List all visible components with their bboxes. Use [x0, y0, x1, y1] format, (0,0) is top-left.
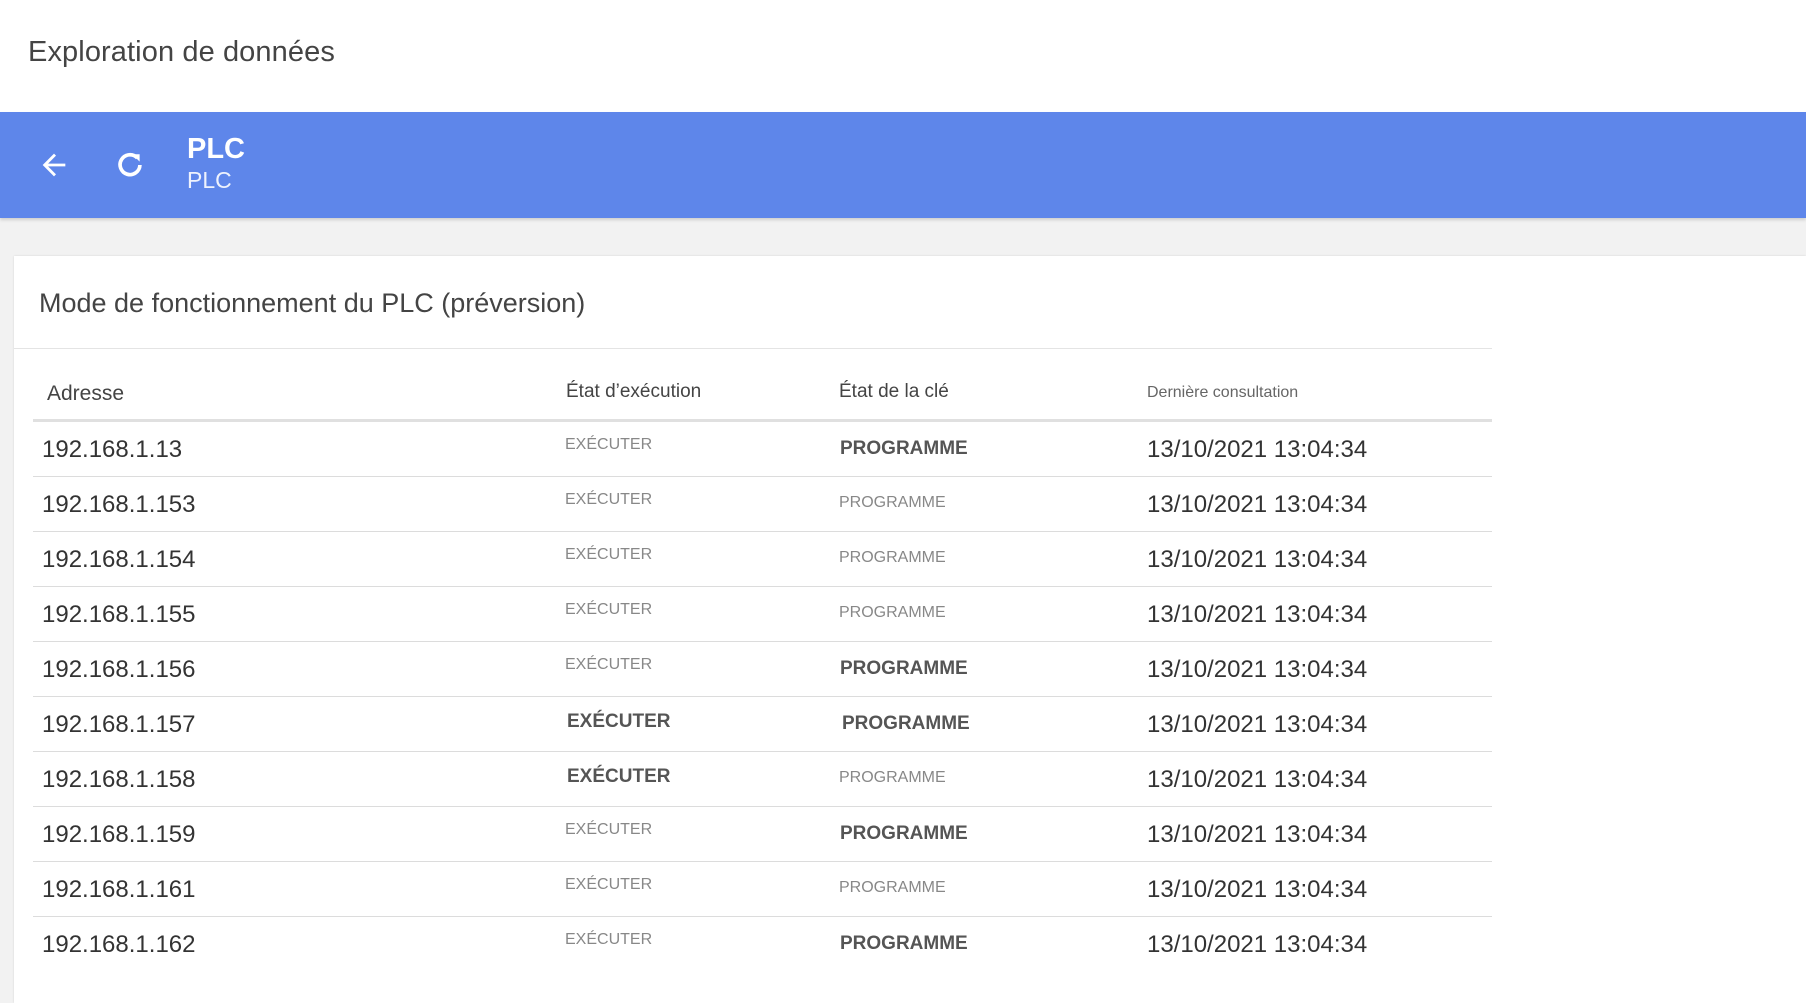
run-state-cell: EXÉCUTER — [565, 546, 653, 563]
table-header: Adresse État d’exécution État de la clé … — [33, 349, 1492, 422]
table-row[interactable]: 192.168.1.157 EXÉCUTER PROGRAMME 13/10/2… — [33, 697, 1492, 752]
table-row[interactable]: 192.168.1.13 EXÉCUTER PROGRAMME 13/10/20… — [33, 422, 1492, 477]
run-state-cell: EXÉCUTER — [565, 876, 653, 893]
address-cell: 192.168.1.154 — [42, 546, 196, 573]
address-cell: 192.168.1.158 — [42, 766, 196, 793]
key-state-cell: PROGRAMME — [839, 879, 946, 896]
last-seen-cell: 13/10/2021 13:04:34 — [1147, 656, 1368, 683]
run-state-cell: EXÉCUTER — [565, 436, 653, 453]
run-state-cell: EXÉCUTER — [565, 656, 653, 673]
last-seen-cell: 13/10/2021 13:04:34 — [1147, 546, 1368, 573]
plc-table: Adresse État d’exécution État de la clé … — [33, 349, 1492, 971]
table-row[interactable]: 192.168.1.162 EXÉCUTER PROGRAMME 13/10/2… — [33, 917, 1492, 971]
key-state-cell: PROGRAMME — [840, 823, 968, 844]
last-seen-cell: 13/10/2021 13:04:34 — [1147, 931, 1368, 958]
app-top-bar: Exploration de données — [0, 0, 1806, 112]
last-seen-cell: 13/10/2021 13:04:34 — [1147, 436, 1368, 463]
address-cell: 192.168.1.155 — [42, 601, 196, 628]
last-seen-cell: 13/10/2021 13:04:34 — [1147, 766, 1368, 793]
address-cell: 192.168.1.157 — [42, 711, 196, 738]
column-header-key-state[interactable]: État de la clé — [839, 381, 949, 403]
key-state-cell: PROGRAMME — [839, 549, 946, 566]
arrow-left-icon — [42, 153, 66, 177]
header-title-block: PLC PLC — [187, 132, 245, 194]
back-button[interactable] — [28, 139, 80, 191]
table-row[interactable]: 192.168.1.153 EXÉCUTER PROGRAMME 13/10/2… — [33, 477, 1492, 532]
address-cell: 192.168.1.162 — [42, 931, 196, 958]
table-row[interactable]: 192.168.1.154 EXÉCUTER PROGRAMME 13/10/2… — [33, 532, 1492, 587]
last-seen-cell: 13/10/2021 13:04:34 — [1147, 601, 1368, 628]
key-state-cell: PROGRAMME — [840, 438, 968, 459]
header-title: PLC — [187, 133, 245, 165]
address-cell: 192.168.1.156 — [42, 656, 196, 683]
key-state-cell: PROGRAMME — [839, 494, 946, 511]
refresh-icon — [118, 152, 142, 177]
run-state-cell: EXÉCUTER — [565, 931, 653, 948]
table-row[interactable]: 192.168.1.158 EXÉCUTER PROGRAMME 13/10/2… — [33, 752, 1492, 807]
app-title: Exploration de données — [28, 36, 335, 68]
key-state-cell: PROGRAMME — [839, 604, 946, 621]
plc-header: PLC PLC — [0, 112, 1806, 218]
last-seen-cell: 13/10/2021 13:04:34 — [1147, 711, 1368, 738]
table-row[interactable]: 192.168.1.161 EXÉCUTER PROGRAMME 13/10/2… — [33, 862, 1492, 917]
last-seen-cell: 13/10/2021 13:04:34 — [1147, 491, 1368, 518]
table-row[interactable]: 192.168.1.156 EXÉCUTER PROGRAMME 13/10/2… — [33, 642, 1492, 697]
plc-mode-card: Mode de fonctionnement du PLC (préversio… — [14, 256, 1806, 1003]
refresh-button[interactable] — [104, 139, 156, 191]
address-cell: 192.168.1.161 — [42, 876, 196, 903]
table-row[interactable]: 192.168.1.159 EXÉCUTER PROGRAMME 13/10/2… — [33, 807, 1492, 862]
column-header-run-state[interactable]: État d’exécution — [566, 381, 701, 403]
run-state-cell: EXÉCUTER — [567, 766, 671, 787]
run-state-cell: EXÉCUTER — [565, 491, 653, 508]
key-state-cell: PROGRAMME — [842, 713, 970, 734]
key-state-cell: PROGRAMME — [840, 933, 968, 954]
last-seen-cell: 13/10/2021 13:04:34 — [1147, 876, 1368, 903]
address-cell: 192.168.1.153 — [42, 491, 196, 518]
run-state-cell: EXÉCUTER — [565, 821, 653, 838]
key-state-cell: PROGRAMME — [839, 769, 946, 786]
address-cell: 192.168.1.159 — [42, 821, 196, 848]
last-seen-cell: 13/10/2021 13:04:34 — [1147, 821, 1368, 848]
table-row[interactable]: 192.168.1.155 EXÉCUTER PROGRAMME 13/10/2… — [33, 587, 1492, 642]
column-header-last-seen[interactable]: Dernière consultation — [1147, 384, 1298, 402]
run-state-cell: EXÉCUTER — [567, 711, 671, 732]
column-header-address[interactable]: Adresse — [47, 382, 124, 406]
card-title: Mode de fonctionnement du PLC (préversio… — [39, 288, 586, 318]
address-cell: 192.168.1.13 — [42, 436, 183, 463]
key-state-cell: PROGRAMME — [840, 658, 968, 679]
run-state-cell: EXÉCUTER — [565, 601, 653, 618]
header-subtitle: PLC — [187, 167, 232, 193]
